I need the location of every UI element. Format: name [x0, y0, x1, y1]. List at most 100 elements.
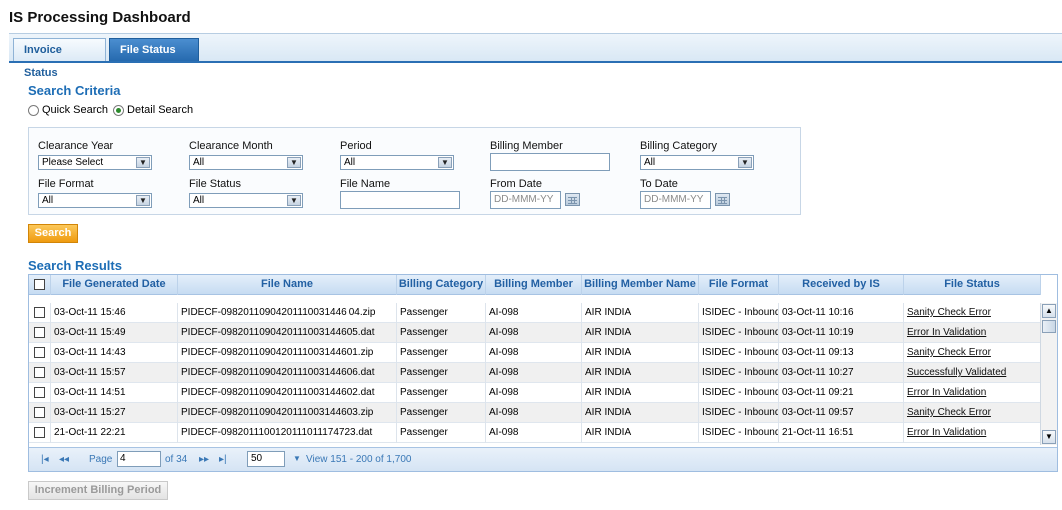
table-row[interactable]: 21-Oct-11 22:21 PIDECF-09820111001201110…	[29, 423, 1041, 443]
column-header[interactable]: File Generated Date	[51, 275, 178, 295]
to-date-input[interactable]: DD-MMM-YY	[640, 191, 711, 209]
generated-date-cell: 03-Oct-11 14:43	[51, 343, 178, 363]
file-name-input[interactable]	[340, 191, 460, 209]
file-status-link[interactable]: Error In Validation	[907, 327, 986, 338]
billing-member-input[interactable]	[490, 153, 610, 171]
table-row[interactable]: 03-Oct-11 14:43 PIDECF-09820110904201110…	[29, 343, 1041, 363]
calendar-icon[interactable]	[715, 193, 730, 206]
period-select[interactable]: All ▼	[340, 155, 454, 170]
row-checkbox[interactable]	[34, 367, 45, 378]
billing-category-cell: Passenger	[397, 423, 486, 443]
column-header[interactable]: Billing Member	[486, 275, 582, 295]
vertical-scrollbar[interactable]: ▲ ▼	[1040, 303, 1057, 445]
billing-member-cell: AI-098	[486, 363, 582, 383]
quick-search-radio[interactable]	[28, 104, 39, 116]
file-format-cell: ISIDEC - Inbound	[699, 323, 779, 343]
row-checkbox[interactable]	[34, 307, 45, 318]
billing-category-label: Billing Category	[640, 140, 718, 152]
file-format-cell: ISIDEC - Inbound	[699, 303, 779, 323]
row-checkbox[interactable]	[34, 347, 45, 358]
search-button[interactable]: Search	[28, 224, 78, 243]
file-format-cell: ISIDEC - Inbound	[699, 343, 779, 363]
file-status-link[interactable]: Sanity Check Error	[907, 407, 991, 418]
generated-date-cell: 03-Oct-11 15:27	[51, 403, 178, 423]
table-row[interactable]: 03-Oct-11 15:57 PIDECF-09820110904201110…	[29, 363, 1041, 383]
billing-member-cell: AI-098	[486, 323, 582, 343]
column-header[interactable]: File Format	[699, 275, 779, 295]
page-count: of 34	[165, 454, 188, 465]
tab-file-status[interactable]: File Status	[109, 38, 199, 62]
file-status-link[interactable]: Error In Validation	[907, 387, 986, 398]
file-status-link[interactable]: Successfully Validated	[907, 367, 1006, 378]
received-cell: 03-Oct-11 10:19	[779, 323, 904, 343]
billing-member-name-cell: AIR INDIA	[582, 323, 699, 343]
tab-bar: Invoice Status File Status	[9, 33, 1062, 79]
page-size-select[interactable]: 50	[247, 451, 285, 467]
page-label: Page	[89, 454, 113, 465]
file-status-link[interactable]: Sanity Check Error	[907, 347, 991, 358]
row-checkbox[interactable]	[34, 387, 45, 398]
select-all-checkbox[interactable]	[34, 279, 45, 290]
billing-category-select[interactable]: All ▼	[640, 155, 754, 170]
billing-member-name-cell: AIR INDIA	[582, 343, 699, 363]
tab-invoice-status[interactable]: Invoice Status	[13, 38, 106, 79]
file-name-cell: PIDECF-09820110904201110031446 04.zip	[178, 303, 397, 323]
search-criteria-heading: Search Criteria	[28, 83, 121, 98]
file-status-link[interactable]: Sanity Check Error	[907, 307, 991, 318]
billing-member-name-cell: AIR INDIA	[582, 363, 699, 383]
chevron-down-icon: ▼	[136, 195, 150, 206]
billing-category-cell: Passenger	[397, 303, 486, 323]
column-header[interactable]: File Name	[178, 275, 397, 295]
search-criteria-box: Clearance Year Clearance Month Period Bi…	[28, 127, 801, 215]
clearance-month-select[interactable]: All ▼	[189, 155, 303, 170]
file-name-cell: PIDECF-0982011090420111003144605.dat	[178, 323, 397, 343]
column-header[interactable]: Billing Category	[397, 275, 486, 295]
next-page-icon[interactable]: ▸▸	[199, 454, 209, 465]
from-date-input[interactable]: DD-MMM-YY	[490, 191, 561, 209]
to-date-label: To Date	[640, 178, 678, 190]
column-header[interactable]: Billing Member Name	[582, 275, 699, 295]
file-status-label: File Status	[189, 178, 241, 190]
calendar-icon[interactable]	[565, 193, 580, 206]
billing-member-name-cell: AIR INDIA	[582, 303, 699, 323]
table-row[interactable]: 03-Oct-11 15:46 PIDECF-09820110904201110…	[29, 303, 1041, 323]
first-page-icon[interactable]: |◂	[41, 454, 49, 465]
clearance-year-label: Clearance Year	[38, 140, 114, 152]
row-checkbox[interactable]	[34, 407, 45, 418]
search-results-heading: Search Results	[28, 258, 122, 273]
column-header[interactable]: File Status	[904, 275, 1041, 295]
chevron-down-icon: ▼	[738, 157, 752, 168]
header-checkbox-cell	[29, 275, 51, 295]
detail-search-radio[interactable]	[113, 104, 125, 116]
file-format-value: All	[42, 195, 54, 206]
last-page-icon[interactable]: ▸|	[219, 454, 227, 465]
row-checkbox[interactable]	[34, 427, 45, 438]
column-header[interactable]: Received by IS	[779, 275, 904, 295]
received-cell: 03-Oct-11 09:57	[779, 403, 904, 423]
search-mode-group: Quick Search Detail Search	[28, 104, 193, 116]
page-number-input[interactable]: 4	[117, 451, 161, 467]
file-status-link[interactable]: Error In Validation	[907, 427, 986, 438]
chevron-down-icon[interactable]: ▼	[293, 454, 301, 463]
table-row[interactable]: 03-Oct-11 15:49 PIDECF-09820110904201110…	[29, 323, 1041, 343]
table-row[interactable]: 03-Oct-11 14:51 PIDECF-09820110904201110…	[29, 383, 1041, 403]
file-format-select[interactable]: All ▼	[38, 193, 152, 208]
row-checkbox[interactable]	[34, 327, 45, 338]
table-row[interactable]: 03-Oct-11 15:27 PIDECF-09820110904201110…	[29, 403, 1041, 423]
clearance-month-value: All	[193, 157, 205, 168]
prev-page-icon[interactable]: ◂◂	[59, 454, 69, 465]
scroll-thumb[interactable]	[1042, 320, 1056, 333]
billing-member-cell: AI-098	[486, 423, 582, 443]
received-cell: 21-Oct-11 16:51	[779, 423, 904, 443]
chevron-down-icon: ▼	[136, 157, 150, 168]
scroll-up-icon[interactable]: ▲	[1042, 304, 1056, 318]
generated-date-cell: 03-Oct-11 15:57	[51, 363, 178, 383]
file-status-select[interactable]: All ▼	[189, 193, 303, 208]
increment-billing-period-button[interactable]: Increment Billing Period	[28, 481, 168, 500]
clearance-year-select[interactable]: Please Select ▼	[38, 155, 152, 170]
page-title: IS Processing Dashboard	[9, 9, 191, 26]
scroll-down-icon[interactable]: ▼	[1042, 430, 1056, 444]
billing-member-cell: AI-098	[486, 343, 582, 363]
billing-category-value: All	[644, 157, 656, 168]
received-cell: 03-Oct-11 09:21	[779, 383, 904, 403]
